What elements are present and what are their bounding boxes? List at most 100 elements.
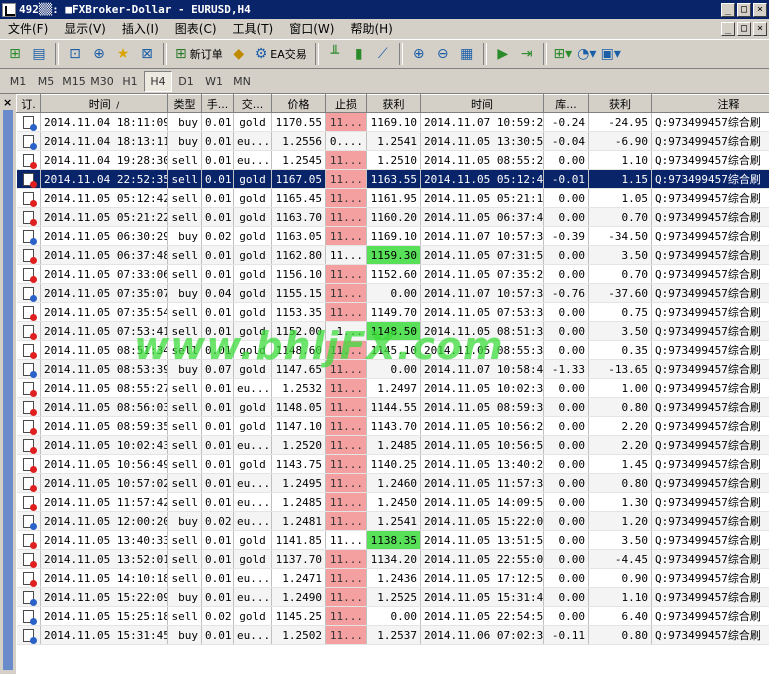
period-m30[interactable]: M30	[88, 71, 116, 92]
menu-file[interactable]: 文件(F)	[0, 20, 56, 37]
cell-symbol: eu...	[233, 625, 272, 645]
col-order[interactable]: 订.	[16, 94, 41, 113]
history-icon[interactable]: ⊠	[136, 43, 158, 65]
table-row[interactable]: 2014.11.05 10:56:49 sell 0.01 gold 1143.75 11…	[16, 454, 769, 474]
table-row[interactable]: 2014.11.05 15:25:18 sell 0.02 gold 1145.25 11…	[16, 606, 769, 626]
maximize-icon[interactable]: □	[737, 2, 751, 17]
crosshair-icon[interactable]: ⊕	[88, 43, 110, 65]
period-d1[interactable]: D1	[172, 71, 200, 92]
col-stoploss[interactable]: 止损	[325, 94, 367, 113]
cell-takeprofit: 1.2497	[366, 378, 421, 398]
cell-stoploss: 11...	[325, 264, 367, 284]
chart-shift-icon[interactable]: ⇥	[516, 43, 538, 65]
table-row[interactable]: 2014.11.05 10:02:43 sell 0.01 eu... 1.2520 11…	[16, 435, 769, 455]
table-row[interactable]: 2014.11.05 08:53:39 buy 0.07 gold 1147.65 11.…	[16, 359, 769, 379]
cell-price: 1167.05	[271, 169, 326, 189]
zoom-out-icon[interactable]: ⊖	[432, 43, 454, 65]
cell-lots: 0.01	[201, 188, 234, 208]
col-open-time[interactable]: 时间 /	[40, 94, 168, 113]
cell-price: 1152.00	[271, 321, 326, 341]
table-row[interactable]: 2014.11.05 06:30:29 buy 0.02 gold 1163.05 11.…	[16, 226, 769, 246]
table-row[interactable]: 2014.11.05 08:59:35 sell 0.01 gold 1147.10 11…	[16, 416, 769, 436]
navigator-icon[interactable]: ⊡	[64, 43, 86, 65]
table-row[interactable]: 2014.11.04 18:13:11 buy 0.01 eu... 1.2556 0..…	[16, 131, 769, 151]
cell-order-icon	[16, 625, 41, 645]
table-row[interactable]: 2014.11.05 13:40:33 sell 0.01 gold 1141.85 11…	[16, 530, 769, 550]
table-row[interactable]: 2014.11.05 08:51:34 sell 0.01 gold 1148.60 11…	[16, 340, 769, 360]
table-row[interactable]: 2014.11.05 11:57:42 sell 0.01 eu... 1.2485 11…	[16, 492, 769, 512]
cell-lots: 0.01	[201, 435, 234, 455]
table-row[interactable]: 2014.11.05 10:57:02 sell 0.01 eu... 1.2495 11…	[16, 473, 769, 493]
cell-close-time: 2014.11.07 10:57:35	[420, 283, 544, 303]
cell-order-icon	[16, 397, 41, 417]
table-row[interactable]: 2014.11.04 19:28:30 sell 0.01 eu... 1.2545 11…	[16, 150, 769, 170]
cell-takeprofit: 1.2525	[366, 587, 421, 607]
close-panel-icon[interactable]: ×	[3, 96, 12, 109]
menu-tools[interactable]: 工具(T)	[225, 20, 282, 37]
period-m5[interactable]: M5	[32, 71, 60, 92]
table-row[interactable]: 2014.11.05 08:55:27 sell 0.01 eu... 1.2532 11…	[16, 378, 769, 398]
period-h1[interactable]: H1	[116, 71, 144, 92]
period-mn[interactable]: MN	[228, 71, 256, 92]
table-row[interactable]: 2014.11.05 12:00:20 buy 0.02 eu... 1.2481 11.…	[16, 511, 769, 531]
table-row[interactable]: 2014.11.05 13:52:01 sell 0.01 gold 1137.70 11…	[16, 549, 769, 569]
col-takeprofit[interactable]: 获利	[366, 94, 421, 113]
cell-symbol: eu...	[233, 587, 272, 607]
menu-insert[interactable]: 插入(I)	[114, 20, 167, 37]
period-m15[interactable]: M15	[60, 71, 88, 92]
templates-icon[interactable]: ▣▾	[600, 43, 622, 65]
table-row[interactable]: 2014.11.05 14:10:18 sell 0.01 eu... 1.2471 11…	[16, 568, 769, 588]
candlestick-icon[interactable]: ▮	[348, 43, 370, 65]
periods-icon[interactable]: ◔▾	[576, 43, 598, 65]
table-row[interactable]: 2014.11.05 07:35:54 sell 0.01 gold 1153.35 11…	[16, 302, 769, 322]
new-order-button[interactable]: ⊞ 新订单	[172, 43, 226, 65]
col-symbol[interactable]: 交...	[233, 94, 272, 113]
table-row[interactable]: 2014.11.05 05:12:42 sell 0.01 gold 1165.45 11…	[16, 188, 769, 208]
table-row[interactable]: 2014.11.05 15:22:09 buy 0.01 eu... 1.2490 11.…	[16, 587, 769, 607]
col-comment[interactable]: 注释	[651, 94, 769, 113]
zoom-in-icon[interactable]: ⊕	[408, 43, 430, 65]
table-row[interactable]: 2014.11.05 05:21:22 sell 0.01 gold 1163.70 11…	[16, 207, 769, 227]
table-row[interactable]: 2014.11.05 07:53:41 sell 0.01 gold 1152.00 1.…	[16, 321, 769, 341]
period-m1[interactable]: M1	[4, 71, 32, 92]
tile-icon[interactable]: ▦	[456, 43, 478, 65]
col-close-time[interactable]: 时间	[420, 94, 544, 113]
period-w1[interactable]: W1	[200, 71, 228, 92]
close-icon[interactable]: ×	[753, 2, 767, 17]
profiles-icon[interactable]: ▤	[28, 43, 50, 65]
bar-chart-icon[interactable]: ╨	[324, 43, 346, 65]
indicators-icon[interactable]: ⊞▾	[552, 43, 574, 65]
col-price[interactable]: 价格	[271, 94, 326, 113]
mdi-minimize-icon[interactable]: _	[721, 21, 735, 36]
table-row[interactable]: 2014.11.04 18:11:09 buy 0.01 gold 1170.55 11.…	[16, 112, 769, 132]
col-type[interactable]: 类型	[167, 94, 202, 113]
col-lots[interactable]: 手...	[201, 94, 234, 113]
window-title: 492▒▒: ■FXBroker-Dollar - EURUSD,H4	[19, 3, 251, 16]
menu-window[interactable]: 窗口(W)	[281, 20, 342, 37]
table-row[interactable]: 2014.11.05 06:37:48 sell 0.01 gold 1162.80 11…	[16, 245, 769, 265]
menu-view[interactable]: 显示(V)	[56, 20, 114, 37]
menu-help[interactable]: 帮助(H)	[342, 20, 400, 37]
col-swap[interactable]: 库...	[543, 94, 589, 113]
cell-type: buy	[167, 511, 202, 531]
cell-takeprofit: 1149.70	[366, 302, 421, 322]
table-row[interactable]: 2014.11.05 07:35:07 buy 0.04 gold 1155.15 11.…	[16, 283, 769, 303]
favorites-icon[interactable]: ★	[112, 43, 134, 65]
gold-icon[interactable]: ◆	[228, 43, 250, 65]
table-row[interactable]: 2014.11.05 07:33:06 sell 0.01 gold 1156.10 11…	[16, 264, 769, 284]
autoscroll-icon[interactable]: ▶	[492, 43, 514, 65]
line-chart-icon[interactable]: ⟋	[372, 43, 394, 65]
cell-comment: Q:973499457综合刷	[651, 511, 769, 531]
table-row[interactable]: 2014.11.05 08:56:03 sell 0.01 gold 1148.05 11…	[16, 397, 769, 417]
cell-swap: -0.24	[543, 112, 589, 132]
new-chart-icon[interactable]: ⊞	[4, 43, 26, 65]
mdi-close-icon[interactable]: ×	[753, 21, 767, 36]
minimize-icon[interactable]: _	[721, 2, 735, 17]
mdi-restore-icon[interactable]: □	[737, 21, 751, 36]
ea-trading-button[interactable]: ⚙ EA交易	[252, 43, 310, 65]
table-row[interactable]: 2014.11.05 15:31:45 buy 0.01 eu... 1.2502 11.…	[16, 625, 769, 645]
period-h4[interactable]: H4	[144, 70, 172, 92]
menu-charts[interactable]: 图表(C)	[167, 20, 225, 37]
table-row[interactable]: 2014.11.04 22:52:35 sell 0.01 gold 1167.05 11…	[16, 169, 769, 189]
col-profit[interactable]: 获利	[588, 94, 652, 113]
